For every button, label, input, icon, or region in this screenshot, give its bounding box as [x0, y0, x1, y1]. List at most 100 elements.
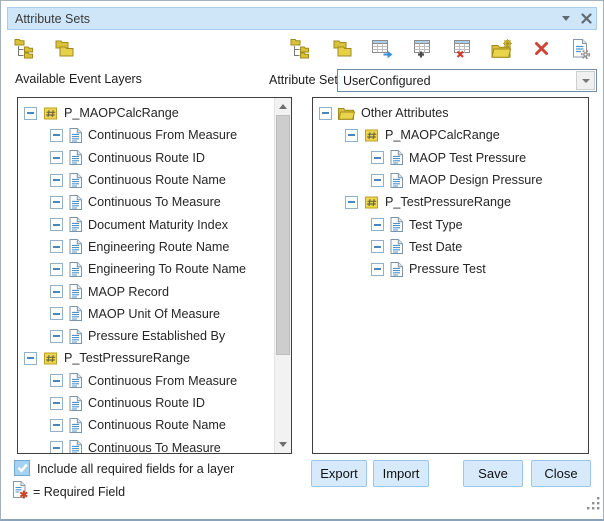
- tree-item[interactable]: P_MAOPCalcRange: [313, 124, 588, 146]
- tree-item[interactable]: MAOP Test Pressure: [313, 147, 588, 169]
- tree-item[interactable]: Engineering Route Name: [18, 236, 274, 258]
- available-layers-tree[interactable]: P_MAOPCalcRangeContinuous From MeasureCo…: [17, 97, 292, 454]
- collapse-toggle[interactable]: [345, 129, 358, 142]
- collapse-toggle[interactable]: [50, 419, 63, 432]
- collapse-toggle[interactable]: [50, 196, 63, 209]
- collapse-toggle[interactable]: [371, 174, 384, 187]
- tree-item[interactable]: Test Type: [313, 213, 588, 235]
- tree-item[interactable]: Continuous Route ID: [18, 392, 274, 414]
- field-icon: [69, 418, 82, 433]
- collapse-toggle[interactable]: [50, 285, 63, 298]
- collapse-toggle[interactable]: [50, 151, 63, 164]
- dock-arrow-icon[interactable]: [556, 9, 576, 28]
- field-icon: [69, 128, 82, 143]
- tree-item-label: Pressure Test: [409, 262, 486, 276]
- save-button[interactable]: Save: [463, 460, 523, 487]
- tree-item[interactable]: P_TestPressureRange: [313, 191, 588, 213]
- collapse-toggle[interactable]: [50, 397, 63, 410]
- tree-item[interactable]: Continuous Route Name: [18, 414, 274, 436]
- toolbar-right: [289, 37, 594, 60]
- tree-item[interactable]: Continuous From Measure: [18, 370, 274, 392]
- export-button[interactable]: Export: [311, 460, 367, 487]
- tree-item[interactable]: Engineering To Route Name: [18, 258, 274, 280]
- add-table-icon[interactable]: [409, 37, 434, 60]
- export-table-icon[interactable]: [369, 37, 394, 60]
- field-icon: [69, 373, 82, 388]
- close-button[interactable]: Close: [531, 460, 591, 487]
- tree-item-label: Continuous Route ID: [88, 151, 205, 165]
- tree-item[interactable]: MAOP Unit Of Measure: [18, 303, 274, 325]
- tree-item[interactable]: Continuous From Measure: [18, 124, 274, 146]
- tree-item-label: P_MAOPCalcRange: [64, 106, 179, 120]
- collapse-toggle[interactable]: [50, 129, 63, 142]
- scroll-up-icon[interactable]: [275, 98, 291, 115]
- collapse-toggle[interactable]: [50, 330, 63, 343]
- tree-item-label: P_TestPressureRange: [64, 351, 190, 365]
- scrollbar-thumb[interactable]: [276, 115, 290, 355]
- open-attribute-sets-folder-icon[interactable]: [329, 37, 354, 60]
- collapse-toggle[interactable]: [24, 107, 37, 120]
- available-layers-tree-body[interactable]: P_MAOPCalcRangeContinuous From MeasureCo…: [18, 98, 274, 453]
- collapse-toggle[interactable]: [50, 263, 63, 276]
- collapse-toggle[interactable]: [319, 107, 332, 120]
- collapse-toggle[interactable]: [371, 240, 384, 253]
- event-layer-icon: [364, 128, 379, 143]
- resize-grip[interactable]: [586, 496, 600, 515]
- tree-item[interactable]: Pressure Established By: [18, 325, 274, 347]
- tree-item-label: Other Attributes: [361, 106, 449, 120]
- import-button[interactable]: Import: [373, 460, 429, 487]
- tree-item[interactable]: P_MAOPCalcRange: [18, 102, 274, 124]
- collapse-toggle[interactable]: [371, 218, 384, 231]
- tree-item[interactable]: Continuous To Measure: [18, 436, 274, 453]
- remove-table-icon[interactable]: [449, 37, 474, 60]
- report-settings-icon[interactable]: [569, 37, 594, 60]
- collapse-toggle[interactable]: [50, 441, 63, 453]
- new-attribute-set-tree-icon[interactable]: [289, 37, 314, 60]
- tree-item[interactable]: Other Attributes: [313, 102, 588, 124]
- attribute-set-tree[interactable]: Other Attributes P_MAOPCalcRangeMAOP Test…: [312, 97, 589, 454]
- new-attribute-set-tree-icon[interactable]: [13, 37, 38, 60]
- tree-item-label: MAOP Design Pressure: [409, 173, 542, 187]
- attribute-set-dropdown[interactable]: UserConfigured: [337, 69, 597, 92]
- folder-open-icon: [338, 107, 355, 120]
- new-folder-icon[interactable]: [489, 37, 514, 60]
- collapse-toggle[interactable]: [371, 151, 384, 164]
- collapse-toggle[interactable]: [50, 374, 63, 387]
- event-layer-icon: [43, 351, 58, 366]
- tree-item[interactable]: P_TestPressureRange: [18, 347, 274, 369]
- event-layer-icon: [364, 195, 379, 210]
- collapse-toggle[interactable]: [50, 240, 63, 253]
- collapse-toggle[interactable]: [50, 218, 63, 231]
- collapse-toggle[interactable]: [50, 174, 63, 187]
- attribute-set-tree-body[interactable]: Other Attributes P_MAOPCalcRangeMAOP Test…: [313, 98, 588, 453]
- tree-item-label: P_TestPressureRange: [385, 195, 511, 209]
- tree-item[interactable]: Continuous Route Name: [18, 169, 274, 191]
- field-icon: [69, 195, 82, 210]
- collapse-toggle[interactable]: [24, 352, 37, 365]
- collapse-toggle[interactable]: [371, 263, 384, 276]
- tree-item[interactable]: MAOP Record: [18, 280, 274, 302]
- tree-item[interactable]: Document Maturity Index: [18, 213, 274, 235]
- field-icon: [390, 262, 403, 277]
- tree-item-label: MAOP Unit Of Measure: [88, 307, 220, 321]
- scroll-down-icon[interactable]: [275, 436, 291, 453]
- tree-item[interactable]: Pressure Test: [313, 258, 588, 280]
- open-attribute-sets-folder-icon[interactable]: [51, 37, 76, 60]
- event-layer-icon: [43, 106, 58, 121]
- dropdown-arrow-icon[interactable]: [576, 71, 595, 90]
- delete-icon[interactable]: [529, 37, 554, 60]
- left-tree-scrollbar[interactable]: [274, 98, 291, 453]
- tree-item-label: Continuous Route Name: [88, 173, 226, 187]
- collapse-toggle[interactable]: [50, 307, 63, 320]
- tree-item[interactable]: Test Date: [313, 236, 588, 258]
- collapse-toggle[interactable]: [345, 196, 358, 209]
- tree-item-label: Continuous From Measure: [88, 128, 237, 142]
- include-required-fields-checkbox[interactable]: [14, 460, 30, 476]
- tree-item[interactable]: Continuous To Measure: [18, 191, 274, 213]
- tree-item[interactable]: MAOP Design Pressure: [313, 169, 588, 191]
- close-icon[interactable]: [576, 9, 596, 28]
- titlebar[interactable]: Attribute Sets: [7, 7, 597, 30]
- tree-item[interactable]: Continuous Route ID: [18, 147, 274, 169]
- field-icon: [69, 396, 82, 411]
- tree-item-label: Test Date: [409, 240, 462, 254]
